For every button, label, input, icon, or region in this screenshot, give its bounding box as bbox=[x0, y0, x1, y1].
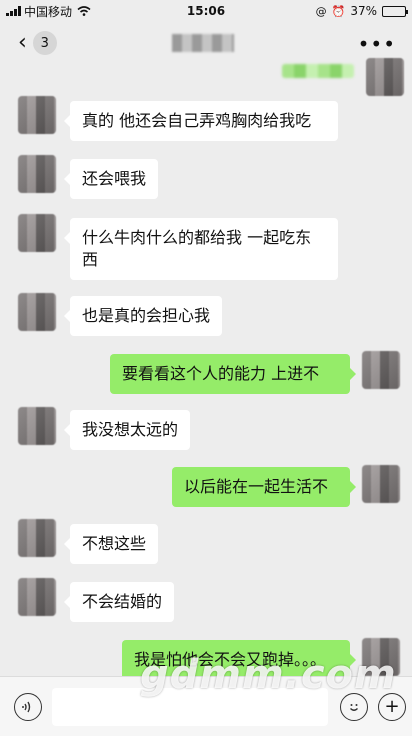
message-bubble-redacted bbox=[282, 64, 354, 78]
signal-icon bbox=[6, 6, 21, 16]
voice-icon bbox=[22, 701, 31, 712]
message-bubble-self[interactable]: 以后能在一起生活不 bbox=[172, 467, 356, 507]
chat-input-bar: + bbox=[0, 676, 412, 736]
message-bubble[interactable]: 不想这些 bbox=[63, 524, 159, 564]
avatar-self[interactable] bbox=[362, 638, 400, 676]
add-button[interactable]: + bbox=[378, 692, 406, 721]
message-bubble-self[interactable]: 要看看这个人的能力 上进不 bbox=[110, 354, 356, 394]
battery-icon bbox=[382, 5, 408, 17]
plus-icon: + bbox=[384, 696, 400, 717]
message-bubble[interactable]: 不会结婚的 bbox=[63, 582, 175, 622]
message-bubble-self[interactable]: 我是怕他会不会又跑掉。。。 bbox=[122, 640, 356, 680]
carrier-name: 中国移动 bbox=[24, 4, 73, 19]
chevron-left-icon: ‹ bbox=[18, 30, 27, 55]
avatar-self[interactable] bbox=[362, 351, 400, 389]
message-bubble[interactable]: 我没想太远的 bbox=[63, 410, 191, 450]
message-bubble[interactable]: 也是真的会担心我 bbox=[63, 296, 223, 336]
avatar-contact[interactable] bbox=[18, 155, 56, 193]
message-bubble[interactable]: 真的 他还会自己弄鸡胸肉给我吃 bbox=[64, 101, 338, 141]
avatar-contact[interactable] bbox=[18, 293, 56, 331]
avatar-contact[interactable] bbox=[18, 578, 56, 616]
wifi-icon bbox=[77, 6, 91, 16]
message-list[interactable]: 真的 他还会自己弄鸡胸肉给我吃 还会喂我 什么牛肉什么的都给我 一起吃东西 也是… bbox=[0, 58, 412, 680]
back-button[interactable]: ‹ 3 bbox=[18, 31, 57, 55]
avatar-contact[interactable] bbox=[18, 519, 56, 557]
message-bubble[interactable]: 还会喂我 bbox=[63, 159, 159, 199]
avatar-self[interactable] bbox=[362, 465, 400, 503]
voice-button[interactable] bbox=[14, 692, 42, 721]
avatar-self[interactable] bbox=[366, 58, 404, 96]
lock-rotation-icon: @ bbox=[315, 4, 327, 18]
alarm-icon: ⏰ bbox=[331, 4, 346, 18]
more-options-button[interactable]: ••• bbox=[358, 32, 396, 56]
avatar-contact[interactable] bbox=[18, 407, 56, 445]
emoji-icon bbox=[350, 703, 358, 711]
unread-count-badge: 3 bbox=[32, 31, 57, 55]
chat-title-redacted bbox=[172, 34, 234, 52]
emoji-button[interactable] bbox=[340, 692, 368, 721]
status-bar: 中国移动 15:06 @ ⏰ 37% bbox=[0, 0, 412, 22]
message-bubble[interactable]: 什么牛肉什么的都给我 一起吃东西 bbox=[64, 218, 338, 280]
message-input[interactable] bbox=[52, 687, 328, 726]
battery-percent: 37% bbox=[350, 4, 377, 18]
avatar-contact[interactable] bbox=[18, 96, 56, 134]
chat-header: ‹ 3 ••• bbox=[0, 22, 412, 64]
avatar-contact[interactable] bbox=[18, 214, 56, 252]
